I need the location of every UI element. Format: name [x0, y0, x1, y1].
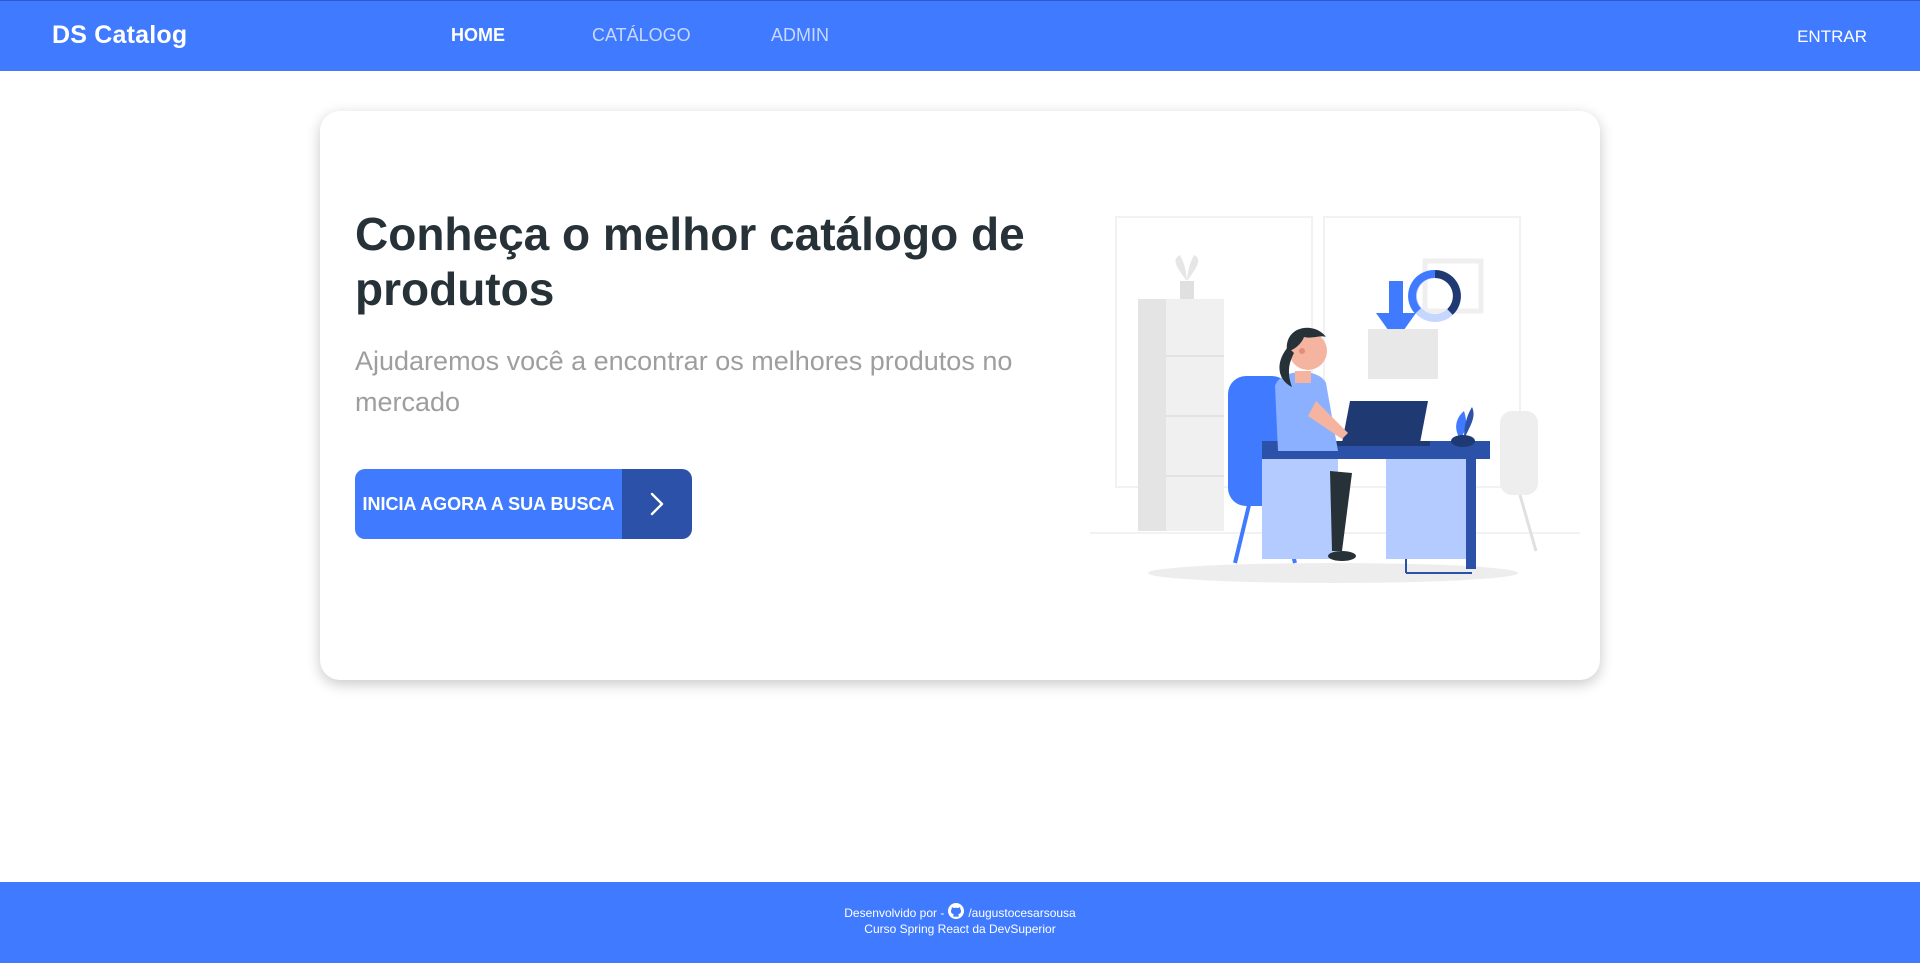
github-link[interactable]: /augustocesarsousa: [968, 906, 1075, 920]
footer-developed-by: Desenvolvido por -: [844, 905, 945, 920]
chevron-right-icon[interactable]: [622, 469, 692, 539]
github-icon[interactable]: [948, 903, 965, 922]
brand-logo[interactable]: DS Catalog: [52, 21, 187, 50]
footer-course: Curso Spring React da DevSuperior: [864, 922, 1056, 936]
start-search-button-label[interactable]: INICIA AGORA A SUA BUSCA: [355, 469, 622, 539]
login-link[interactable]: ENTRAR: [1797, 27, 1867, 47]
woman-working-at-desk-illustration: [1080, 211, 1590, 591]
nav-home[interactable]: HOME: [451, 25, 505, 46]
nav-catalog[interactable]: CATÁLOGO: [592, 25, 691, 46]
nav-admin[interactable]: ADMIN: [771, 25, 829, 46]
footer: Desenvolvido por - /augustocesarsousa Cu…: [0, 882, 1920, 963]
start-search-button[interactable]: INICIA AGORA A SUA BUSCA: [355, 469, 692, 539]
hero-subtitle: Ajudaremos você a encontrar os melhores …: [355, 346, 1013, 417]
footer-credits: Desenvolvido por - /augustocesarsousa: [0, 903, 1920, 922]
navbar: DS Catalog HOME CATÁLOGO ADMIN ENTRAR: [0, 0, 1920, 71]
hero-card: Conheça o melhor catálogo de produtos Aj…: [320, 111, 1600, 680]
hero-title: Conheça o melhor catálogo de produtos: [355, 208, 1025, 315]
